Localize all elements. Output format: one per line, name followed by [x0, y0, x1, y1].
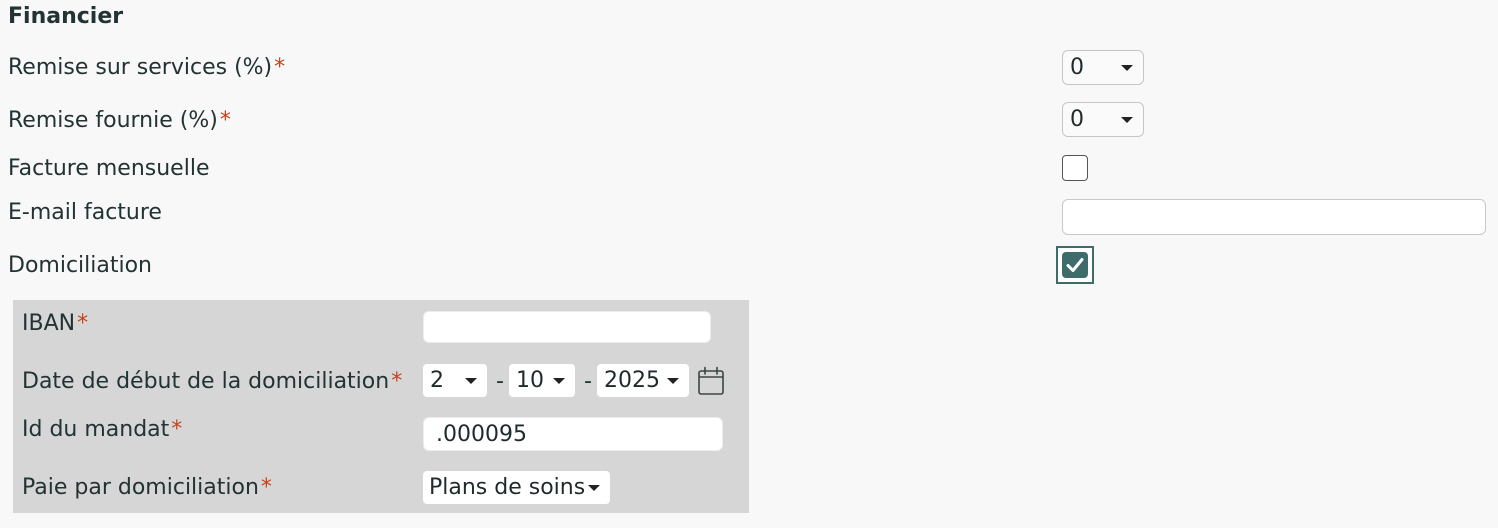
date-separator: -	[584, 369, 592, 394]
paie-domiciliation-label-text: Paie par domiciliation	[22, 475, 259, 500]
required-marker: *	[274, 55, 286, 80]
calendar-icon[interactable]	[697, 366, 725, 396]
remise-services-select[interactable]: 0	[1062, 50, 1144, 85]
checkmark-icon	[1066, 258, 1084, 272]
chevron-down-icon	[465, 377, 477, 384]
section-title: Financier	[8, 4, 124, 29]
required-marker: *	[77, 311, 89, 336]
iban-label: IBAN*	[22, 311, 88, 336]
remise-fournie-select[interactable]: 0	[1062, 102, 1144, 137]
required-marker: *	[171, 417, 183, 442]
paie-domiciliation-label: Paie par domiciliation*	[22, 475, 272, 500]
required-marker: *	[219, 108, 231, 133]
date-month-select[interactable]: 10	[509, 364, 575, 397]
remise-fournie-label-text: Remise fournie (%)	[8, 108, 218, 133]
iban-label-text: IBAN	[22, 311, 76, 336]
facture-mensuelle-checkbox[interactable]	[1062, 155, 1088, 181]
facture-mensuelle-label: Facture mensuelle	[8, 156, 210, 181]
chevron-down-icon	[1121, 116, 1133, 123]
paie-domiciliation-value: Plans de soins	[429, 475, 586, 500]
date-year-select[interactable]: 2025	[597, 364, 689, 397]
email-facture-label: E-mail facture	[8, 200, 162, 225]
date-debut-label: Date de début de la domiciliation*	[22, 369, 402, 394]
date-separator: -	[496, 369, 504, 394]
email-facture-input[interactable]	[1062, 199, 1486, 235]
domiciliation-label: Domiciliation	[8, 253, 152, 278]
paie-domiciliation-select[interactable]: Plans de soins	[423, 471, 610, 504]
date-day-select[interactable]: 2	[423, 364, 487, 397]
chevron-down-icon	[667, 377, 679, 384]
date-year-value: 2025	[604, 368, 660, 393]
id-mandat-label: Id du mandat*	[22, 417, 182, 442]
required-marker: *	[391, 369, 403, 394]
required-marker: *	[260, 475, 272, 500]
iban-input[interactable]	[423, 311, 711, 343]
id-mandat-label-text: Id du mandat	[22, 417, 170, 442]
chevron-down-icon	[553, 377, 565, 384]
remise-services-label-text: Remise sur services (%)	[8, 55, 273, 80]
remise-fournie-label: Remise fournie (%)*	[8, 108, 231, 133]
id-mandat-input[interactable]	[423, 417, 723, 451]
date-day-value: 2	[430, 368, 444, 393]
chevron-down-icon	[1121, 64, 1133, 71]
remise-fournie-value: 0	[1070, 107, 1084, 132]
date-month-value: 10	[516, 368, 544, 393]
domiciliation-checkbox[interactable]	[1056, 246, 1094, 284]
remise-services-value: 0	[1070, 55, 1084, 80]
domiciliation-panel: IBAN* Date de début de la domiciliation*…	[13, 300, 749, 513]
date-debut-label-text: Date de début de la domiciliation	[22, 369, 390, 394]
remise-services-label: Remise sur services (%)*	[8, 55, 285, 80]
checkbox-fill	[1062, 252, 1088, 278]
chevron-down-icon	[588, 484, 600, 491]
